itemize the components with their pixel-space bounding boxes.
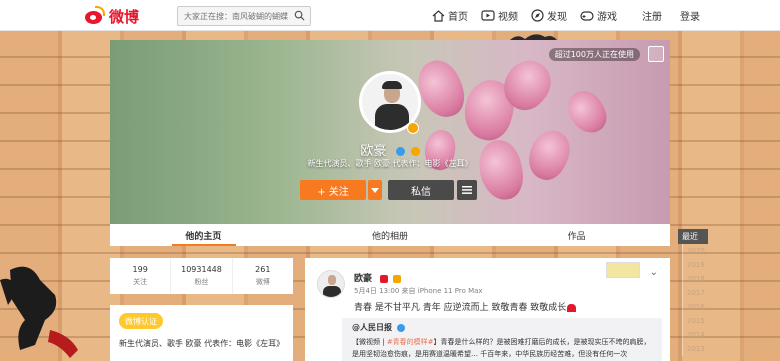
timeline-year[interactable]: 2018 [682, 272, 708, 286]
search-box[interactable] [177, 6, 311, 26]
register-link[interactable]: 注册 [642, 8, 662, 23]
timeline-year[interactable]: 2014 [682, 328, 708, 342]
stat-label: 关注 [133, 278, 148, 286]
verified-icon [380, 274, 389, 283]
stat-following[interactable]: 199 关注 [110, 258, 172, 294]
stat-posts[interactable]: 261 微博 [233, 258, 293, 294]
post-author-name[interactable]: 欧豪 [354, 274, 372, 284]
login-link[interactable]: 登录 [680, 8, 700, 23]
hashtag-link[interactable]: #青春的模样# [387, 338, 434, 346]
repost-text-prefix: 【微视频 | [352, 338, 387, 346]
verified-blue-icon [396, 323, 405, 332]
chevron-down-icon [371, 187, 379, 193]
video-icon [481, 10, 495, 21]
timeline-year[interactable]: 2017 [682, 286, 708, 300]
nav-video[interactable]: 视频 [481, 8, 518, 23]
stat-value: 10931448 [181, 265, 222, 274]
message-button[interactable]: 私信 [388, 180, 454, 200]
post-author-row: 欧豪 [354, 271, 402, 284]
home-icon [432, 9, 445, 22]
chevron-down-icon[interactable]: ⌄ [650, 267, 658, 278]
post-text: 青春 是不甘平凡 青年 应逆流而上 致敬青春 致敬成长 [354, 300, 577, 313]
timeline-year[interactable]: 2020 [682, 244, 708, 258]
post-text-content: 青春 是不甘平凡 青年 应逆流而上 致敬青春 致敬成长 [354, 303, 567, 313]
weibo-logo[interactable]: 微博 [83, 5, 139, 27]
search-icon[interactable] [294, 10, 305, 21]
profile-cover: 超过100万人正在使用 欧豪 新生代演员、歌手 欧豪 代表作：电影《左耳》 + … [110, 40, 670, 246]
verified-v-icon [407, 122, 419, 134]
verified-badge[interactable]: 微博认证 [119, 313, 163, 329]
stat-followers[interactable]: 10931448 粉丝 [171, 258, 233, 294]
search-input[interactable] [178, 7, 288, 25]
main-nav: 首页 视频 发现 游戏 注册 登录 [432, 0, 718, 31]
stat-label: 粉丝 [194, 278, 209, 286]
profile-name: 欧豪 [360, 144, 387, 159]
top-navigation-bar: 微博 首页 视频 发现 游戏 注册 登录 [0, 0, 780, 31]
weibo-eye-icon [83, 6, 105, 26]
timeline-year[interactable]: 2015 [682, 314, 708, 328]
repost-text: 【微视频 | #青春的模样#】青春是什么样的？是被困难打磨后的成长，是被现实压不… [352, 336, 657, 360]
more-menu-button[interactable] [457, 180, 477, 200]
nav-discover[interactable]: 发现 [531, 8, 567, 23]
profile-bio: 新生代演员、歌手 欧豪 代表作：电影《左耳》 [307, 159, 473, 168]
cover-template-icon[interactable] [648, 46, 664, 62]
feed-post: 欧豪 5月4日 13:00 来自 iPhone 11 Pro Max 青春 是不… [305, 258, 670, 361]
profile-name-row: 欧豪 [110, 140, 670, 159]
timeline-year[interactable]: 2019 [682, 258, 708, 272]
repost-author-name[interactable]: @人民日报 [352, 323, 392, 332]
game-icon [580, 11, 594, 21]
nav-game[interactable]: 游戏 [580, 8, 617, 23]
stat-value: 199 [132, 265, 148, 274]
verified-badge-label: 微博认证 [125, 316, 157, 326]
timeline-recent[interactable]: 最近 [678, 229, 708, 244]
year-timeline: 最近 2020 2019 2018 2017 2016 2015 2014 20… [678, 229, 708, 356]
post-card-thumbnail[interactable] [606, 262, 640, 278]
nav-discover-label: 发现 [547, 12, 567, 23]
post-author-avatar[interactable] [317, 270, 345, 298]
vip-icon[interactable] [393, 274, 402, 283]
post-meta: 5月4日 13:00 来自 iPhone 11 Pro Max [354, 287, 483, 295]
reposted-content[interactable]: @人民日报 【微视频 | #青春的模样#】青春是什么样的？是被困难打磨后的成长，… [342, 318, 662, 361]
profile-info-box: 微博认证 新生代演员、歌手 欧豪 代表作：电影《左耳》 [110, 305, 293, 361]
nav-game-label: 游戏 [597, 12, 617, 23]
follow-button[interactable]: + 关注 [300, 180, 366, 200]
name-badges [394, 144, 420, 159]
nav-video-label: 视频 [498, 12, 518, 23]
timeline-year[interactable]: 2013 [682, 342, 708, 356]
stat-value: 261 [255, 265, 271, 274]
heart-icon [567, 303, 577, 312]
repost-author: @人民日报 [352, 322, 405, 333]
vip-icon[interactable] [410, 147, 420, 156]
cover-badge[interactable]: 超过100万人正在使用 [548, 48, 640, 61]
nav-home-label: 首页 [448, 12, 468, 23]
nav-home[interactable]: 首页 [432, 8, 468, 23]
logo-text: 微博 [109, 7, 140, 26]
stat-label: 微博 [255, 278, 270, 286]
tab-works[interactable]: 作品 [483, 224, 670, 246]
tab-album[interactable]: 他的相册 [297, 224, 484, 246]
profile-stats: 199 关注 10931448 粉丝 261 微博 [110, 258, 293, 294]
profile-tabs: 他的主页 他的相册 作品 [110, 224, 670, 246]
menu-icon [462, 186, 472, 194]
timeline-year[interactable]: 2016 [682, 300, 708, 314]
gender-icon [395, 147, 405, 156]
dancer-illustration [0, 266, 78, 358]
discover-icon [531, 9, 544, 22]
post-author-badges [378, 274, 402, 284]
verified-info-text: 新生代演员、歌手 欧豪 代表作：电影《左耳》 [119, 339, 285, 348]
follow-dropdown-button[interactable] [368, 180, 382, 200]
tab-home[interactable]: 他的主页 [110, 224, 297, 246]
